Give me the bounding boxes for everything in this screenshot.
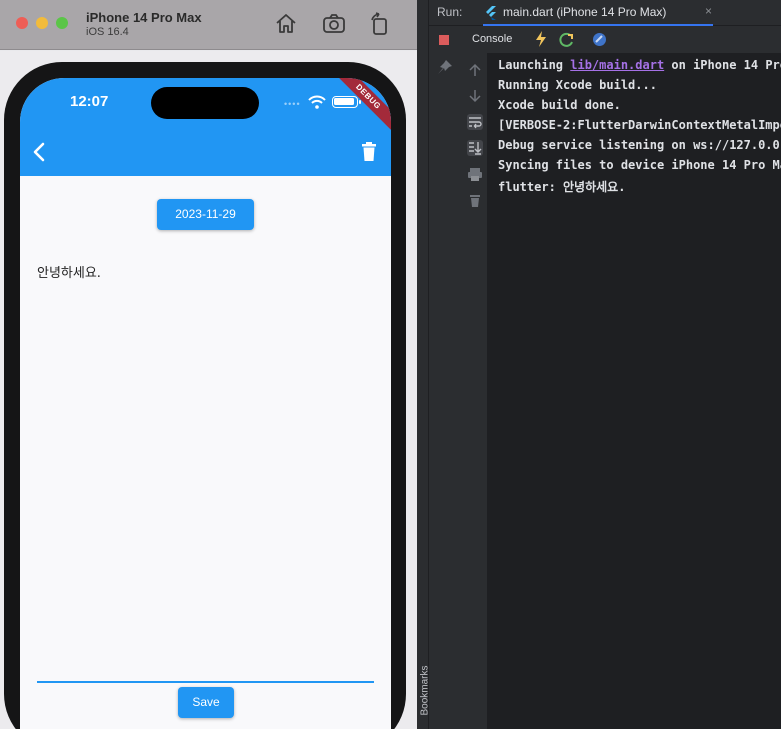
simulator-os-version: iOS 16.4 [86,26,129,38]
soft-wrap-icon[interactable] [467,114,483,130]
pin-icon[interactable] [437,59,453,75]
scroll-to-end-icon[interactable] [467,140,483,156]
stop-icon[interactable] [439,35,449,45]
log-line: Running Xcode build... [498,78,657,92]
home-icon[interactable] [274,12,298,36]
app-bar: 12:07 •••• DEBUG [20,78,391,176]
log-line: flutter: 안녕하세요. [498,180,626,194]
log-line: Debug service listening on ws://127.0.0.… [498,138,781,152]
scroll-down-icon[interactable] [467,88,483,104]
simulator-device-name: iPhone 14 Pro Max [86,10,202,25]
scroll-up-icon[interactable] [467,62,483,78]
console-output: Launching lib/main.dart on iPhone 14 Pro… [488,53,781,729]
text-input-underline[interactable] [37,681,374,683]
dynamic-island [151,87,259,119]
ide-run-panel: Bookmarks Run: main.dart (iPhone 14 Pro … [417,0,781,729]
flutter-icon [486,6,496,20]
battery-icon [332,96,361,108]
screen-root: iPhone 14 Pro Max iOS 16.4 12:07 •••• DE… [0,0,781,729]
diary-content-text[interactable]: 안녕하세요. [37,262,101,281]
ios-simulator-window: iPhone 14 Pro Max iOS 16.4 12:07 •••• DE… [0,0,417,729]
ide-pin-gutter [429,53,461,729]
devtools-icon[interactable] [592,32,607,47]
window-maximize-button[interactable] [56,17,68,29]
console-toolbar: Console [429,27,781,53]
screenshot-icon[interactable] [322,12,346,36]
run-tab-label: main.dart (iPhone 14 Pro Max) [503,5,667,19]
close-tab-icon[interactable]: × [705,4,712,18]
hot-reload-icon[interactable] [535,31,547,47]
back-arrow-icon[interactable] [30,141,50,163]
signal-icon: •••• [284,99,301,109]
window-minimize-button[interactable] [36,17,48,29]
console-tab[interactable]: Console [472,33,512,45]
rotate-icon[interactable] [368,12,392,36]
hot-restart-icon[interactable] [557,31,575,49]
log-line: Xcode build done. [498,98,621,112]
run-config-tab[interactable]: main.dart (iPhone 14 Pro Max) × [483,0,713,26]
console-actions-gutter [461,53,488,729]
clear-all-icon[interactable] [467,192,483,208]
file-link[interactable]: lib/main.dart [570,58,664,72]
run-label: Run: [437,5,463,19]
phone-screen: 12:07 •••• DEBUG 2023-11-29 안녕하세요. Save [20,78,391,729]
wifi-icon [308,95,326,109]
save-button[interactable]: Save [178,687,234,718]
log-line: Launching lib/main.dart on iPhone 14 Pro… [498,58,781,72]
log-line: Syncing files to device iPhone 14 Pro Ma… [498,158,781,172]
delete-icon[interactable] [361,142,377,162]
ide-left-strip: Bookmarks [417,0,431,729]
status-time: 12:07 [70,93,109,110]
print-icon[interactable] [467,166,483,182]
date-picker-button[interactable]: 2023-11-29 [157,199,254,230]
log-line: [VERBOSE-2:FlutterDarwinContextMetalImpe… [498,118,781,132]
run-tab-bar: Run: main.dart (iPhone 14 Pro Max) × [429,0,781,26]
window-close-button[interactable] [16,17,28,29]
simulator-titlebar: iPhone 14 Pro Max iOS 16.4 [0,0,417,50]
